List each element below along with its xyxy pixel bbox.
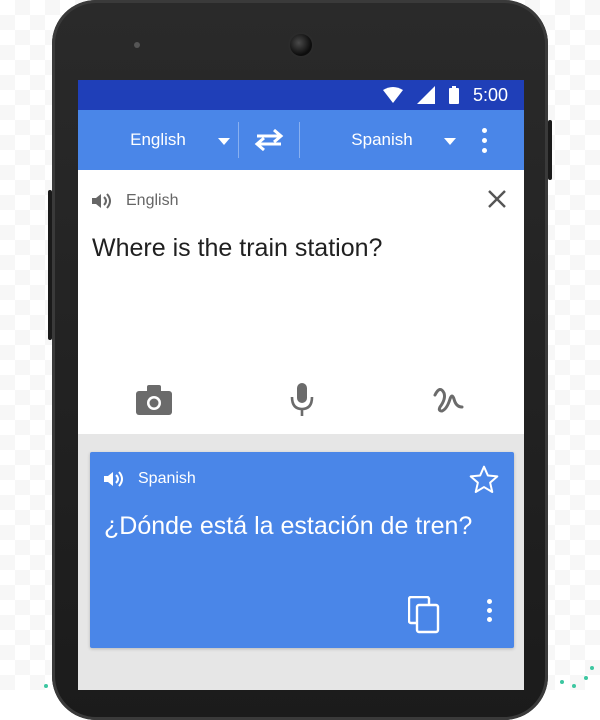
source-language-name: English <box>126 192 179 209</box>
signal-icon <box>416 86 435 104</box>
source-language-label: English <box>130 130 186 149</box>
wifi-icon <box>382 87 403 103</box>
swap-languages-button[interactable] <box>239 129 299 151</box>
target-language-label: Spanish <box>351 130 413 149</box>
decor-dot <box>44 684 48 688</box>
source-language-indicator: English <box>92 192 178 210</box>
status-bar: 5:00 <box>78 80 524 110</box>
more-icon[interactable] <box>487 595 492 626</box>
chevron-down-icon <box>218 138 230 145</box>
decor-dot <box>584 676 588 680</box>
clock: 5:00 <box>472 84 508 105</box>
swap-icon <box>254 129 284 151</box>
speaker-icon[interactable] <box>92 193 114 209</box>
decor-dot <box>590 666 594 670</box>
target-language-selector[interactable]: Spanish <box>300 110 464 170</box>
chevron-down-icon <box>444 138 456 145</box>
more-icon[interactable] <box>464 127 504 153</box>
star-icon[interactable] <box>468 464 500 496</box>
volume-button <box>48 190 52 340</box>
camera-icon[interactable] <box>136 385 173 415</box>
copy-icon[interactable] <box>408 596 440 634</box>
translated-text: ¿Dónde está la estación de tren? <box>104 512 473 540</box>
input-card: English Where is the train station? <box>78 170 524 434</box>
screen: 5:00 English Spanish English Where is th… <box>78 80 524 690</box>
close-icon[interactable] <box>486 188 508 210</box>
power-button <box>548 120 552 180</box>
decor-dot <box>572 684 576 688</box>
handwriting-icon[interactable] <box>432 385 466 415</box>
decor-dot <box>560 680 564 684</box>
target-language-name: Spanish <box>138 470 196 487</box>
source-language-selector[interactable]: English <box>78 110 238 170</box>
target-language-indicator: Spanish <box>104 470 196 488</box>
language-toolbar: English Spanish <box>78 110 524 170</box>
sensor-dot <box>134 42 140 48</box>
input-tools <box>78 380 524 420</box>
translation-card[interactable]: Spanish ¿Dónde está la estación de tren? <box>90 452 514 648</box>
microphone-icon[interactable] <box>289 383 315 417</box>
battery-icon <box>448 86 459 104</box>
source-text[interactable]: Where is the train station? <box>92 234 382 263</box>
front-camera <box>290 34 312 56</box>
speaker-icon[interactable] <box>104 471 126 487</box>
